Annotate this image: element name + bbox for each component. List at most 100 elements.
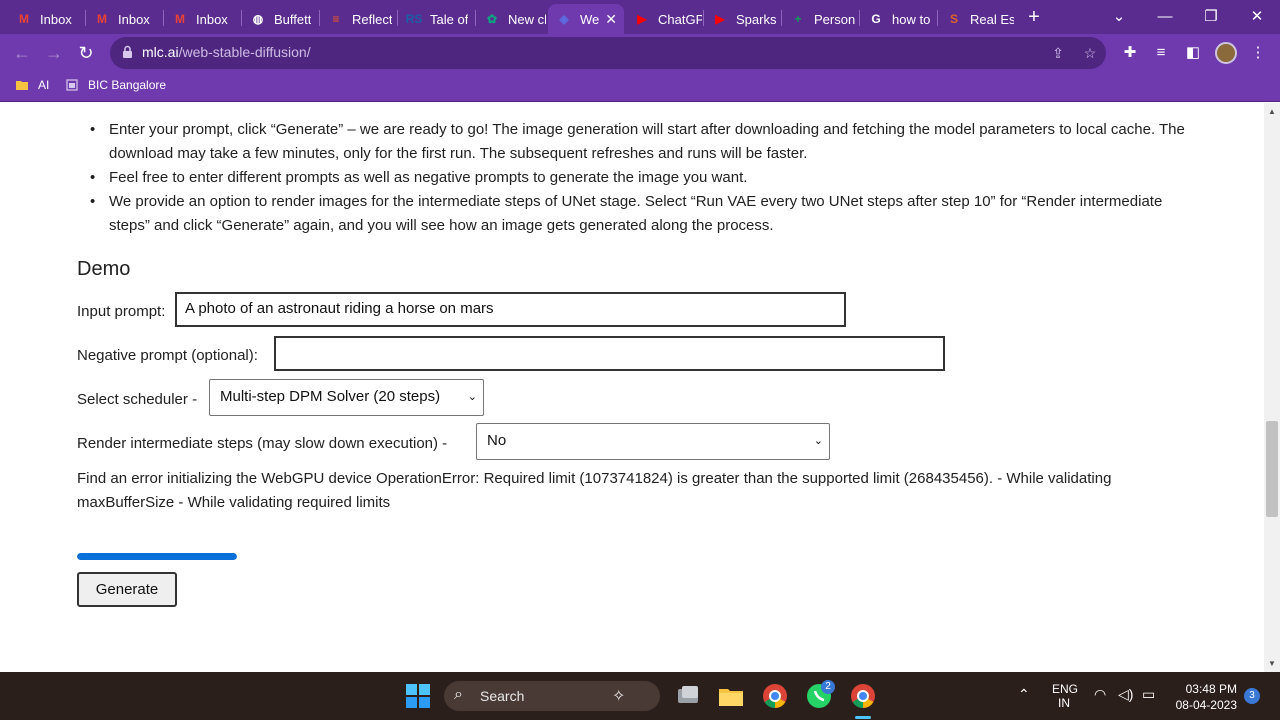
tab-search-icon[interactable]: ⌄ — [1096, 4, 1142, 30]
side-panel-icon[interactable]: ◧ — [1182, 42, 1204, 64]
render-steps-select[interactable]: No ⌄ — [476, 423, 830, 460]
bookmark-star-icon[interactable]: ☆ — [1080, 43, 1100, 63]
tab-title: We — [580, 11, 600, 27]
page-content: Enter your prompt, click “Generate” – we… — [0, 103, 1280, 672]
google-icon: G — [871, 12, 881, 26]
negative-prompt-field[interactable] — [274, 336, 945, 371]
tab-6[interactable]: ✿ New ch — [476, 4, 546, 34]
tab-2[interactable]: M Inbox — [164, 4, 240, 34]
input-prompt-label: Input prompt: — [77, 303, 166, 320]
gmail-icon: M — [19, 12, 29, 26]
input-prompt-field[interactable]: A photo of an astronaut riding a horse o… — [175, 292, 846, 327]
generate-button[interactable]: Generate — [77, 572, 177, 607]
windows-taskbar: ⌕ Search ✧ 2 ⌃ ENG IN ◠ ◁) ▭ 03:48 PM 08… — [0, 672, 1280, 720]
active-app-indicator — [855, 716, 871, 719]
wifi-icon[interactable]: ◠ — [1094, 686, 1106, 703]
close-window-button[interactable]: ✕ — [1234, 4, 1280, 30]
tab-title: how to — [892, 11, 931, 27]
address-bar[interactable]: mlc.ai/web-stable-diffusion/ ⇪ ☆ — [110, 37, 1106, 69]
chrome-icon[interactable] — [761, 682, 789, 710]
bookmarks-bar: AI BIC Bangalore — [0, 72, 1280, 102]
tray-overflow-icon[interactable]: ⌃ — [1018, 686, 1030, 703]
tab-strip: M Inbox M Inbox M Inbox ◍ Buffett ≡ Reflect RS Tale… — [0, 0, 1280, 34]
globe-icon: ◍ — [252, 12, 264, 26]
url-text: mlc.ai/web-stable-diffusion/ — [142, 44, 311, 60]
list-item: Feel free to enter different prompts as … — [90, 166, 1199, 190]
minimize-button[interactable]: — — [1142, 4, 1188, 30]
tab-title: Tale of — [430, 11, 469, 27]
file-explorer-icon[interactable] — [717, 682, 745, 710]
language-indicator[interactable]: ENG IN — [1052, 682, 1078, 710]
webllm-icon: ◈ — [559, 12, 569, 26]
page-scrollbar[interactable]: ▲ ▼ — [1264, 103, 1280, 672]
search-highlight-icon: ✧ — [612, 688, 626, 705]
scroll-down-icon[interactable]: ▼ — [1268, 659, 1276, 668]
battery-icon[interactable]: ▭ — [1142, 686, 1155, 703]
tab-title: Reflect — [352, 11, 393, 27]
rs-icon: RS — [405, 12, 423, 26]
menu-icon[interactable]: ⋮ — [1247, 42, 1269, 64]
share-icon[interactable]: ⇪ — [1048, 43, 1068, 63]
browser-toolbar: ← → ↻ mlc.ai/web-stable-diffusion/ ⇪ ☆ ✚… — [0, 34, 1280, 72]
windows-start-icon[interactable] — [404, 682, 432, 710]
progress-bar — [77, 553, 237, 560]
tab-7[interactable]: ◈ We ✕ — [548, 4, 624, 34]
clock[interactable]: 03:48 PM 08-04-2023 — [1175, 681, 1237, 713]
chatgpt-icon: ✿ — [486, 12, 498, 26]
scrollbar-thumb[interactable] — [1266, 421, 1278, 517]
error-message: Find an error initializing the WebGPU de… — [77, 470, 1112, 511]
search-icon: ⌕ — [454, 686, 463, 703]
chevron-down-icon: ⌄ — [467, 391, 477, 403]
extensions-icon[interactable]: ✚ — [1119, 42, 1141, 64]
tab-title: Inbox — [196, 11, 228, 27]
tab-title: New ch — [508, 11, 546, 27]
bookmark-bic-bangalore[interactable]: BIC Bangalore — [66, 78, 166, 92]
render-steps-label: Render intermediate steps (may slow down… — [77, 435, 448, 452]
tab-0[interactable]: M Inbox — [8, 4, 84, 34]
restore-button[interactable]: ❐ — [1188, 4, 1234, 30]
list-item: Enter your prompt, click “Generate” – we… — [90, 118, 1199, 166]
tab-8[interactable]: ▶ ChatGP — [626, 4, 702, 34]
tab-11[interactable]: Ghow to — [860, 4, 936, 34]
reload-button[interactable]: ↻ — [73, 40, 99, 66]
tab-title: Real Es — [970, 11, 1014, 27]
list-item: We provide an option to render images fo… — [90, 190, 1199, 238]
youtube-icon: ▶ — [715, 12, 725, 26]
progress-fill — [77, 553, 237, 560]
media-control-icon[interactable]: ≡ — [1150, 42, 1172, 64]
scheduler-select[interactable]: Multi-step DPM Solver (20 steps) ⌄ — [209, 379, 484, 416]
tab-1[interactable]: M Inbox — [86, 4, 162, 34]
scroll-up-icon[interactable]: ▲ — [1268, 107, 1276, 116]
tab-10[interactable]: + Person — [782, 4, 858, 34]
tab-title: ChatGP — [658, 11, 702, 27]
s-icon: S — [949, 12, 958, 26]
taskbar-search[interactable]: ⌕ Search ✧ — [444, 681, 660, 711]
scheduler-label: Select scheduler - — [77, 391, 198, 408]
whatsapp-badge: 2 — [821, 680, 835, 694]
tab-9[interactable]: ▶ Sparks — [704, 4, 780, 34]
forward-button[interactable]: → — [41, 40, 67, 66]
tab-title: Inbox — [118, 11, 150, 27]
volume-icon[interactable]: ◁) — [1118, 686, 1133, 703]
task-view-icon[interactable] — [674, 682, 702, 710]
chevron-down-icon: ⌄ — [813, 435, 823, 447]
tab-title: Sparks — [736, 11, 777, 27]
back-button[interactable]: ← — [9, 40, 35, 66]
bookmark-ai[interactable]: AI — [16, 78, 49, 92]
notification-badge[interactable]: 3 — [1244, 688, 1260, 704]
negative-prompt-label: Negative prompt (optional): — [77, 347, 258, 364]
page-icon — [66, 79, 78, 91]
tab-title: Person — [814, 11, 856, 27]
close-tab-icon[interactable]: ✕ — [605, 11, 617, 28]
chrome-active-icon[interactable] — [849, 682, 877, 710]
tab-4[interactable]: ≡ Reflect — [320, 4, 396, 34]
tab-5[interactable]: RS Tale of — [398, 4, 474, 34]
new-tab-button[interactable]: + — [1022, 5, 1046, 29]
profile-avatar[interactable] — [1215, 42, 1237, 64]
folder-icon — [16, 81, 28, 90]
youtube-icon: ▶ — [637, 12, 647, 26]
lock-icon — [123, 45, 132, 58]
tab-3[interactable]: ◍ Buffett — [242, 4, 318, 34]
tab-title: Buffett — [274, 11, 312, 27]
tab-12[interactable]: S Real Es — [938, 4, 1014, 34]
